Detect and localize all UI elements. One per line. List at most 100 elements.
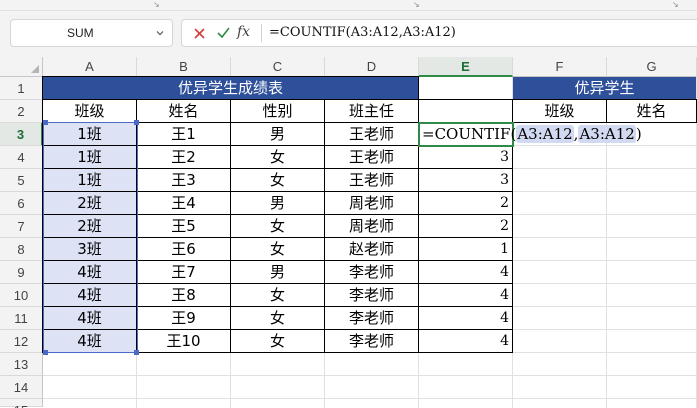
count-cell[interactable]: 4	[418, 283, 513, 307]
table-cell[interactable]: 女	[230, 306, 325, 330]
table-cell[interactable]: 王8	[136, 283, 231, 307]
count-cell[interactable]: 1	[418, 237, 513, 261]
range-resize-handle[interactable]	[134, 350, 139, 355]
cell[interactable]	[513, 192, 607, 215]
formula-input[interactable]: =COUNTIF(A3:A12,A3:A12)	[269, 25, 456, 40]
active-cell-e3[interactable]: =COUNTIF(A3:A12,A3:A12)	[418, 122, 642, 147]
table-cell[interactable]: 女	[230, 283, 325, 307]
cell[interactable]	[43, 399, 137, 408]
cell[interactable]	[325, 399, 419, 408]
table-cell[interactable]: 4班	[42, 306, 137, 330]
cell[interactable]	[607, 284, 697, 307]
cell[interactable]	[325, 353, 419, 376]
column-header-a[interactable]: A	[43, 57, 137, 77]
table-header[interactable]: 班级	[42, 99, 137, 123]
table-cell[interactable]: 1班	[42, 122, 137, 146]
cell[interactable]	[513, 215, 607, 238]
cell[interactable]	[607, 238, 697, 261]
column-header-e[interactable]: E	[419, 57, 513, 77]
row-header-3[interactable]: 3	[0, 123, 43, 146]
table-header[interactable]: 姓名	[136, 99, 231, 123]
cell[interactable]	[607, 146, 697, 169]
cell[interactable]	[607, 169, 697, 192]
cell[interactable]	[513, 307, 607, 330]
row-header-14[interactable]: 14	[0, 376, 43, 399]
table-cell[interactable]: 男	[230, 122, 325, 146]
second-table-header[interactable]: 班级	[512, 99, 607, 123]
count-cell[interactable]: 4	[418, 329, 513, 353]
range-resize-handle[interactable]	[43, 120, 48, 125]
count-cell[interactable]: 2	[418, 191, 513, 215]
table-cell[interactable]: 王4	[136, 191, 231, 215]
table-cell[interactable]: 王5	[136, 214, 231, 238]
table-cell[interactable]: 王1	[136, 122, 231, 146]
table-cell[interactable]: 王9	[136, 306, 231, 330]
table-cell[interactable]: 4班	[42, 329, 137, 353]
cell[interactable]	[137, 376, 231, 399]
cell[interactable]	[231, 353, 325, 376]
check-icon[interactable]	[217, 27, 230, 39]
cell[interactable]	[513, 330, 607, 353]
range-resize-handle[interactable]	[43, 350, 48, 355]
count-cell[interactable]: 2	[418, 214, 513, 238]
table-cell[interactable]: 女	[230, 168, 325, 192]
cell[interactable]	[231, 376, 325, 399]
cell[interactable]	[419, 353, 513, 376]
cell[interactable]	[607, 330, 697, 353]
table-cell[interactable]: 女	[230, 329, 325, 353]
row-header-8[interactable]: 8	[0, 238, 43, 261]
table-cell[interactable]: 1班	[42, 168, 137, 192]
range-resize-handle[interactable]	[134, 120, 139, 125]
column-header-f[interactable]: F	[513, 57, 607, 77]
second-table-header[interactable]: 姓名	[606, 99, 697, 123]
table-cell[interactable]: 王10	[136, 329, 231, 353]
cell[interactable]	[419, 399, 513, 408]
cell[interactable]	[419, 376, 513, 399]
cell[interactable]	[43, 376, 137, 399]
ribbon-group-expand-icon[interactable]: ↘	[672, 0, 679, 9]
cancel-x-icon[interactable]	[194, 28, 205, 39]
row-header-13[interactable]: 13	[0, 353, 43, 376]
table-cell[interactable]: 周老师	[324, 191, 419, 215]
cell[interactable]	[325, 376, 419, 399]
chevron-down-icon[interactable]	[156, 29, 164, 37]
column-header-d[interactable]: D	[325, 57, 419, 77]
table-cell[interactable]: 2班	[42, 191, 137, 215]
table-cell[interactable]: 男	[230, 260, 325, 284]
row-header-5[interactable]: 5	[0, 169, 43, 192]
table-cell[interactable]: 女	[230, 237, 325, 261]
row-header-4[interactable]: 4	[0, 146, 43, 169]
cell[interactable]	[607, 261, 697, 284]
table-cell[interactable]: 4班	[42, 260, 137, 284]
ribbon-group-expand-icon[interactable]: ↘	[153, 0, 160, 9]
table-header[interactable]: 性别	[230, 99, 325, 123]
table-header[interactable]: 班主任	[324, 99, 419, 123]
cell[interactable]	[513, 399, 607, 408]
column-header-c[interactable]: C	[231, 57, 325, 77]
row-header-7[interactable]: 7	[0, 215, 43, 238]
count-cell[interactable]: 4	[418, 306, 513, 330]
table-cell[interactable]: 王老师	[324, 145, 419, 169]
cell[interactable]	[607, 353, 697, 376]
cell[interactable]	[607, 215, 697, 238]
row-header-10[interactable]: 10	[0, 284, 43, 307]
table-cell[interactable]: 王老师	[324, 122, 419, 146]
cell[interactable]	[513, 146, 607, 169]
second-table-title[interactable]: 优异学生	[513, 77, 697, 100]
table-cell[interactable]: 王3	[136, 168, 231, 192]
table-title[interactable]: 优异学生成绩表	[42, 76, 419, 100]
table-cell[interactable]: 4班	[42, 283, 137, 307]
count-cell[interactable]: 3	[418, 168, 513, 192]
table-cell[interactable]: 3班	[42, 237, 137, 261]
count-cell[interactable]: 4	[418, 260, 513, 284]
insert-function-icon[interactable]: fx	[237, 24, 250, 40]
row-header-2[interactable]: 2	[0, 100, 43, 123]
table-cell[interactable]: 王2	[136, 145, 231, 169]
cell[interactable]	[607, 399, 697, 408]
table-cell[interactable]: 女	[230, 214, 325, 238]
name-box[interactable]: SUM	[10, 19, 173, 47]
cell[interactable]	[137, 353, 231, 376]
table-cell[interactable]: 王老师	[324, 168, 419, 192]
table-cell[interactable]: 女	[230, 145, 325, 169]
cell[interactable]	[607, 192, 697, 215]
